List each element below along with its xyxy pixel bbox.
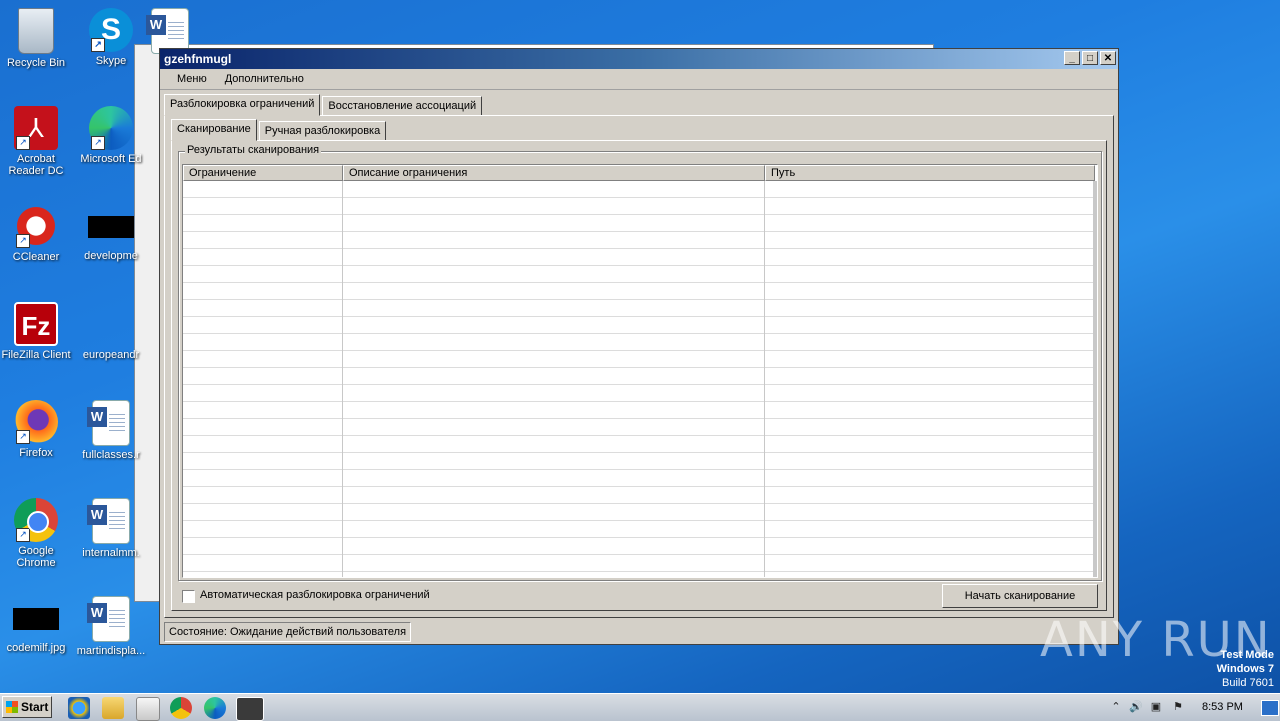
- word-doc-icon: [87, 596, 130, 642]
- desktop-icon-label: codemilf.jpg: [6, 642, 66, 654]
- column-header-description[interactable]: Описание ограничения: [343, 165, 765, 181]
- desktop-icon-label: CCleaner: [12, 251, 60, 263]
- desktop-icon-label: martindispla...: [76, 645, 146, 657]
- edge-taskbar-icon[interactable]: [204, 697, 226, 719]
- scan-controls: Автоматическая разблокировка ограничений…: [178, 584, 1100, 608]
- window-title: gzehfnmugl: [164, 52, 232, 66]
- maximize-button[interactable]: □: [1082, 51, 1098, 65]
- shortcut-arrow-icon: ↗: [91, 38, 105, 52]
- shortcut-arrow-icon: ↗: [16, 136, 30, 150]
- skype-icon: S ↗: [89, 8, 133, 52]
- recycle-bin-icon: [18, 8, 54, 54]
- app-window: gzehfnmugl _ □ ✕ Меню Дополнительно Разб…: [159, 48, 1119, 645]
- test-mode-line2: Windows 7: [1216, 663, 1274, 675]
- scan-results-title: Результаты сканирования: [185, 144, 322, 156]
- tab-unlock-restrictions[interactable]: Разблокировка ограничений: [164, 94, 321, 116]
- word-doc-icon: [87, 498, 130, 544]
- desktop-icon-label: fullclasses.r: [82, 449, 140, 461]
- results-table[interactable]: Ограничение Описание ограничения Путь: [182, 164, 1098, 578]
- minimize-button[interactable]: _: [1064, 51, 1080, 65]
- desktop-icon-filezilla[interactable]: Fz FileZilla Client: [1, 302, 71, 361]
- desktop-icon-label: internalmm.: [82, 547, 140, 559]
- taskbar: Start ⌃ 🔊 ▣ ⚑ 8:53 PM: [0, 693, 1280, 721]
- title-bar[interactable]: gzehfnmugl _ □ ✕: [160, 49, 1118, 69]
- test-mode-line1: Test Mode: [1220, 649, 1274, 661]
- edge-icon: ↗: [89, 106, 133, 150]
- desktop-icon-label: FileZilla Client: [1, 349, 71, 361]
- desktop-icon-label: Skype: [95, 55, 127, 67]
- explorer-taskbar-icon[interactable]: [102, 697, 124, 719]
- test-mode-line3: Build 7601: [1222, 677, 1274, 689]
- chrome-icon: ↗: [14, 498, 58, 542]
- ccleaner-icon: ↗: [14, 204, 58, 248]
- desktop-icon-chrome[interactable]: ↗ Google Chrome: [1, 498, 71, 569]
- tab-panel: Сканирование Ручная разблокировка Резуль…: [164, 115, 1114, 618]
- firefox-icon: ↗: [14, 400, 58, 444]
- status-text: Состояние: Ожидание действий пользовател…: [164, 622, 412, 642]
- desktop-icon-label: Microsoft Ed: [80, 153, 142, 165]
- results-table-header: Ограничение Описание ограничения Путь: [183, 165, 1097, 181]
- word-doc-icon: [87, 400, 130, 446]
- scan-results-group: Результаты сканирования Ограничение Опис…: [178, 144, 1102, 581]
- tab-restore-associations[interactable]: Восстановление ассоциаций: [322, 96, 483, 116]
- close-button[interactable]: ✕: [1100, 51, 1116, 65]
- shortcut-arrow-icon: ↗: [16, 234, 30, 248]
- desktop-icon-label: Google Chrome: [16, 545, 56, 569]
- desktop-icon-skype[interactable]: S ↗ Skype: [76, 8, 146, 67]
- desktop-icon-label: europeandr: [82, 349, 140, 361]
- subtab-scan[interactable]: Сканирование: [171, 119, 257, 141]
- main-tabs: Разблокировка ограничений Восстановление…: [160, 90, 1118, 116]
- show-hidden-icons-icon[interactable]: ⌃: [1109, 700, 1123, 714]
- chrome-taskbar-icon[interactable]: [170, 697, 192, 719]
- acrobat-icon: ⅄ ↗: [14, 106, 58, 150]
- desktop-icon-firefox[interactable]: ↗ Firefox: [1, 400, 71, 459]
- file-icon: [89, 302, 133, 346]
- column-header-path[interactable]: Путь: [765, 165, 1095, 181]
- desktop-icon-internalmm[interactable]: internalmm.: [76, 498, 146, 559]
- network-icon[interactable]: ▣: [1149, 700, 1163, 714]
- desktop-icon-developme[interactable]: developme: [76, 204, 146, 262]
- desktop-icon-label: developme: [84, 250, 138, 262]
- start-button[interactable]: Start: [2, 696, 52, 718]
- media-player-taskbar-icon[interactable]: [136, 697, 160, 721]
- menu-main[interactable]: Меню: [168, 73, 216, 85]
- menu-extra[interactable]: Дополнительно: [216, 73, 313, 85]
- system-tray: ⌃ 🔊 ▣ ⚑ 8:53 PM: [1105, 694, 1280, 721]
- subtab-manual-unlock[interactable]: Ручная разблокировка: [258, 121, 387, 141]
- active-app-taskbar-icon[interactable]: [236, 697, 264, 721]
- window-controls: _ □ ✕: [1064, 51, 1116, 65]
- auto-unlock-label[interactable]: Автоматическая разблокировка ограничений: [200, 589, 430, 601]
- test-mode-notice: Test Mode Windows 7 Build 7601: [1217, 648, 1274, 690]
- taskbar-clock[interactable]: 8:53 PM: [1202, 701, 1243, 713]
- desktop-icon-label: Firefox: [19, 447, 53, 459]
- sub-tabs: Сканирование Ручная разблокировка: [171, 118, 388, 141]
- filezilla-icon: Fz: [14, 302, 58, 346]
- results-table-body: [183, 181, 1097, 577]
- menu-bar: Меню Дополнительно: [160, 69, 1118, 90]
- desktop-icon-label: Acrobat Reader DC: [8, 153, 64, 177]
- desktop-icon-edge[interactable]: ↗ Microsoft Ed: [76, 106, 146, 165]
- desktop-icon-label: Recycle Bin: [6, 57, 66, 69]
- desktop-icon-fullclasses[interactable]: fullclasses.r: [76, 400, 146, 461]
- image-file-icon: [13, 608, 59, 630]
- desktop-icon-recycle-bin[interactable]: Recycle Bin: [1, 8, 71, 69]
- shortcut-arrow-icon: ↗: [91, 136, 105, 150]
- status-bar: Состояние: Ожидание действий пользовател…: [162, 620, 1116, 642]
- volume-icon[interactable]: 🔊: [1129, 700, 1143, 714]
- shortcut-arrow-icon: ↗: [16, 430, 30, 444]
- show-desktop-icon[interactable]: [1261, 700, 1279, 716]
- desktop-icon-acrobat[interactable]: ⅄ ↗ Acrobat Reader DC: [1, 106, 71, 177]
- ie-taskbar-icon[interactable]: [68, 697, 90, 719]
- action-center-flag-icon[interactable]: ⚑: [1171, 700, 1185, 714]
- file-icon: [88, 216, 134, 238]
- scan-panel: Результаты сканирования Ограничение Опис…: [171, 140, 1107, 611]
- desktop-icon-codemilf[interactable]: codemilf.jpg: [1, 596, 71, 654]
- desktop-icon-ccleaner[interactable]: ↗ CCleaner: [1, 204, 71, 263]
- start-scan-button[interactable]: Начать сканирование: [942, 584, 1098, 608]
- shortcut-arrow-icon: ↗: [16, 528, 30, 542]
- column-header-restriction[interactable]: Ограничение: [183, 165, 343, 181]
- auto-unlock-checkbox[interactable]: [182, 590, 195, 603]
- desktop-icon-martindispla[interactable]: martindispla...: [76, 596, 146, 657]
- desktop-icon-europeandr[interactable]: europeandr: [76, 302, 146, 361]
